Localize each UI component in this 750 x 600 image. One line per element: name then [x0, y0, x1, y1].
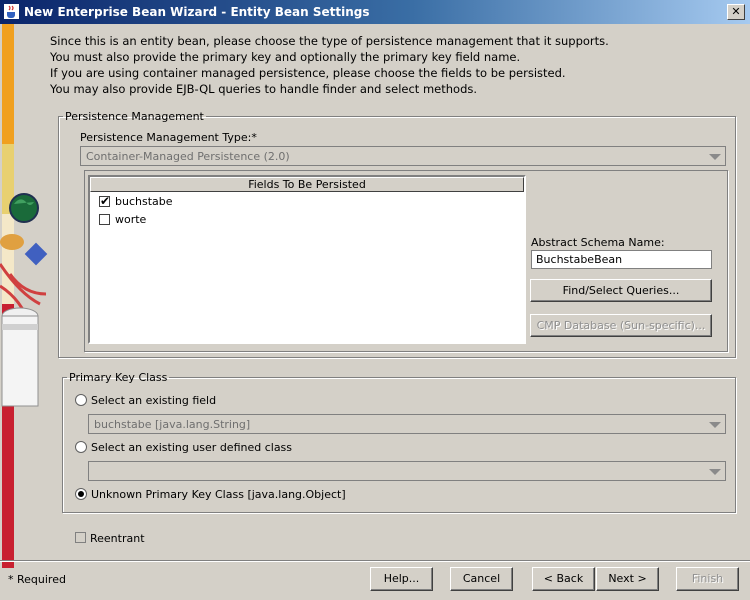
field-checkbox-worte[interactable]: [99, 214, 110, 225]
help-button[interactable]: Help...: [370, 567, 433, 591]
primary-key-group-label: Primary Key Class: [69, 371, 168, 384]
user-class-select[interactable]: [88, 461, 726, 481]
chevron-down-icon: [709, 422, 721, 428]
radio-button[interactable]: [75, 488, 87, 500]
java-cup-icon: [4, 4, 19, 19]
find-select-queries-button[interactable]: Find/Select Queries...: [530, 279, 712, 302]
persistence-group-label: Persistence Management: [65, 110, 204, 123]
persistence-type-label: Persistence Management Type:*: [80, 131, 257, 144]
checkmark-icon: ✔: [100, 194, 111, 208]
persistence-type-select[interactable]: Container-Managed Persistence (2.0): [80, 146, 726, 166]
chevron-down-icon: [709, 154, 721, 160]
radio-button[interactable]: [75, 394, 87, 406]
close-button[interactable]: ✕: [727, 4, 745, 20]
checkbox[interactable]: [75, 532, 86, 543]
field-checkbox-buchstabe[interactable]: ✔: [99, 194, 111, 208]
radio-label: Select an existing field: [91, 394, 217, 407]
footer-separator-highlight: [0, 561, 750, 562]
field-name: buchstabe: [115, 195, 173, 208]
intro-line: If you are using container managed persi…: [50, 66, 566, 80]
intro-line: Since this is an entity bean, please cho…: [50, 34, 609, 48]
intro-text: Since this is an entity bean, please cho…: [50, 33, 609, 97]
title-bar: New Enterprise Bean Wizard - Entity Bean…: [0, 0, 750, 24]
cancel-button[interactable]: Cancel: [450, 567, 513, 591]
fields-column-header[interactable]: Fields To Be Persisted: [90, 177, 524, 192]
back-button[interactable]: < Back: [532, 567, 595, 591]
window-title: New Enterprise Bean Wizard - Entity Bean…: [24, 5, 370, 19]
persistence-type-value: Container-Managed Persistence (2.0): [86, 150, 290, 163]
intro-line: You may also provide EJB-QL queries to h…: [50, 82, 478, 96]
existing-field-select[interactable]: buchstabe [java.lang.String]: [88, 414, 726, 434]
required-note: * Required: [8, 573, 66, 586]
radio-label: Select an existing user defined class: [91, 441, 293, 454]
schema-name-input[interactable]: BuchstabeBean: [531, 250, 712, 269]
radio-label: Unknown Primary Key Class [java.lang.Obj…: [91, 488, 346, 501]
close-icon: ✕: [731, 5, 741, 18]
field-name: worte: [115, 213, 147, 226]
radio-button[interactable]: [75, 441, 87, 453]
radio-selected-dot: [78, 491, 84, 497]
fields-list[interactable]: Fields To Be Persisted ✔ buchstabe worte: [88, 175, 526, 344]
wizard-side-graphic: [0, 24, 48, 568]
schema-name-label: Abstract Schema Name:: [531, 236, 665, 249]
chevron-down-icon: [709, 469, 721, 475]
schema-name-value: BuchstabeBean: [536, 253, 623, 266]
existing-field-value: buchstabe [java.lang.String]: [94, 418, 251, 431]
next-button[interactable]: Next >: [596, 567, 659, 591]
finish-button[interactable]: Finish: [676, 567, 739, 591]
intro-line: You must also provide the primary key an…: [50, 50, 521, 64]
reentrant-label: Reentrant: [90, 532, 145, 545]
cmp-database-button[interactable]: CMP Database (Sun-specific)...: [530, 314, 712, 337]
